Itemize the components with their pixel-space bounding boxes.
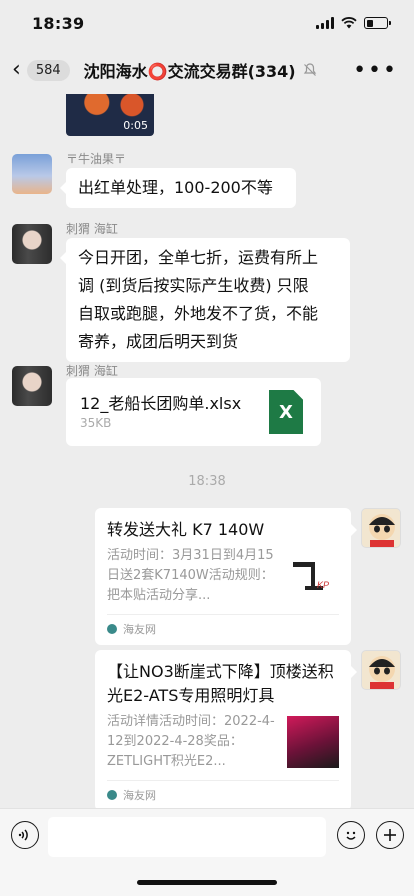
status-bar: 18:39 xyxy=(0,0,414,46)
message-text: 出红单处理，100-200不等 xyxy=(78,178,273,197)
home-indicator xyxy=(137,880,277,885)
link-share-card[interactable]: 【让NO3断崖式下降】顶楼送积光E2-ATS专用照明灯具 活动详情活动时间：20… xyxy=(95,650,357,808)
link-description: 活动详情活动时间：2022-4-12到2022-4-28奖品：ZETLIGHT积… xyxy=(107,714,275,769)
voice-wave-icon xyxy=(18,829,28,841)
video-duration: 0:05 xyxy=(123,119,148,132)
emoji-button[interactable] xyxy=(337,821,365,849)
more-functions-button[interactable] xyxy=(376,821,404,849)
back-button[interactable]: ‹ 584 xyxy=(12,59,70,81)
more-options-button[interactable]: ••• xyxy=(349,58,402,83)
svg-text:KP: KP xyxy=(317,580,329,590)
source-logo-icon xyxy=(107,790,117,800)
message-list[interactable]: 0:05 〒牛油果〒 出红单处理，100-200不等 刺猬 海缸 今日开团，全单… xyxy=(0,94,414,808)
link-body: 活动时间：3月31日到4月15日送2套K7140W活动规则：把本贴活动分享...… xyxy=(107,546,339,606)
wifi-icon xyxy=(341,17,357,29)
message-line: 自取或跑腿，外地发不了货，不能 xyxy=(78,304,319,323)
message-bubble[interactable]: 出红单处理，100-200不等 xyxy=(60,168,296,208)
message-line: 今日开团，全单七折，运费有所上 xyxy=(78,248,319,267)
smile-icon xyxy=(346,831,356,840)
poster-thumbnail-image xyxy=(287,716,339,768)
sender-name: 〒牛油果〒 xyxy=(66,152,127,166)
link-source: 海友网 xyxy=(107,780,339,808)
chat-header: ‹ 584 沈阳海水⭕交流交易群(334) ••• xyxy=(0,46,414,94)
link-title: 转发送大礼 K7 140W xyxy=(107,520,265,539)
battery-icon xyxy=(364,17,391,29)
link-share-card[interactable]: 转发送大礼 K7 140W 活动时间：3月31日到4月15日送2套K7140W活… xyxy=(95,508,357,645)
chevron-left-icon: ‹ xyxy=(12,57,21,82)
sender-name: 刺猬 海缸 xyxy=(66,222,118,236)
message-line: 寄养，成团后明天到货 xyxy=(78,332,239,351)
source-logo-icon xyxy=(107,624,117,634)
avatar[interactable] xyxy=(12,224,52,264)
link-description: 活动时间：3月31日到4月15日送2套K7140W活动规则：把本贴活动分享... xyxy=(107,548,274,603)
avatar[interactable] xyxy=(361,650,401,690)
avatar[interactable] xyxy=(12,366,52,406)
avatar[interactable] xyxy=(12,154,52,194)
link-body: 活动详情活动时间：2022-4-12到2022-4-28奖品：ZETLIGHT积… xyxy=(107,712,339,772)
status-time: 18:39 xyxy=(32,13,85,33)
message-bubble[interactable]: 今日开团，全单七折，运费有所上 调 (到货后按实际产生收费) 只限 自取或跑腿，… xyxy=(60,238,350,362)
video-message-thumbnail[interactable]: 0:05 xyxy=(66,94,154,136)
link-title: 【让NO3断崖式下降】顶楼送积光E2-ATS专用照明灯具 xyxy=(107,662,334,705)
time-divider: 18:38 xyxy=(188,474,226,489)
avatar[interactable] xyxy=(361,508,401,548)
message-line: 调 (到货后按实际产生收费) 只限 xyxy=(78,276,309,295)
file-message-card[interactable]: 12_老船长团购单.xlsx 35KB X xyxy=(66,378,321,446)
excel-file-icon: X xyxy=(269,390,303,434)
lamp-thumbnail-image: KP xyxy=(287,550,339,602)
plus-icon xyxy=(384,829,396,841)
message-input[interactable] xyxy=(48,817,326,857)
link-source-name: 海友网 xyxy=(123,789,156,802)
unread-count-badge: 584 xyxy=(26,59,70,81)
mute-bell-icon xyxy=(303,63,316,76)
sender-name: 刺猬 海缸 xyxy=(66,364,118,378)
chat-title-wrap: 沈阳海水⭕交流交易群(334) xyxy=(84,58,349,82)
link-source: 海友网 xyxy=(107,614,339,645)
voice-input-button[interactable] xyxy=(11,821,39,849)
cellular-signal-icon xyxy=(316,17,334,29)
chat-title: 沈阳海水⭕交流交易群(334) xyxy=(83,62,296,81)
link-source-name: 海友网 xyxy=(123,623,156,636)
status-icons xyxy=(316,17,391,29)
